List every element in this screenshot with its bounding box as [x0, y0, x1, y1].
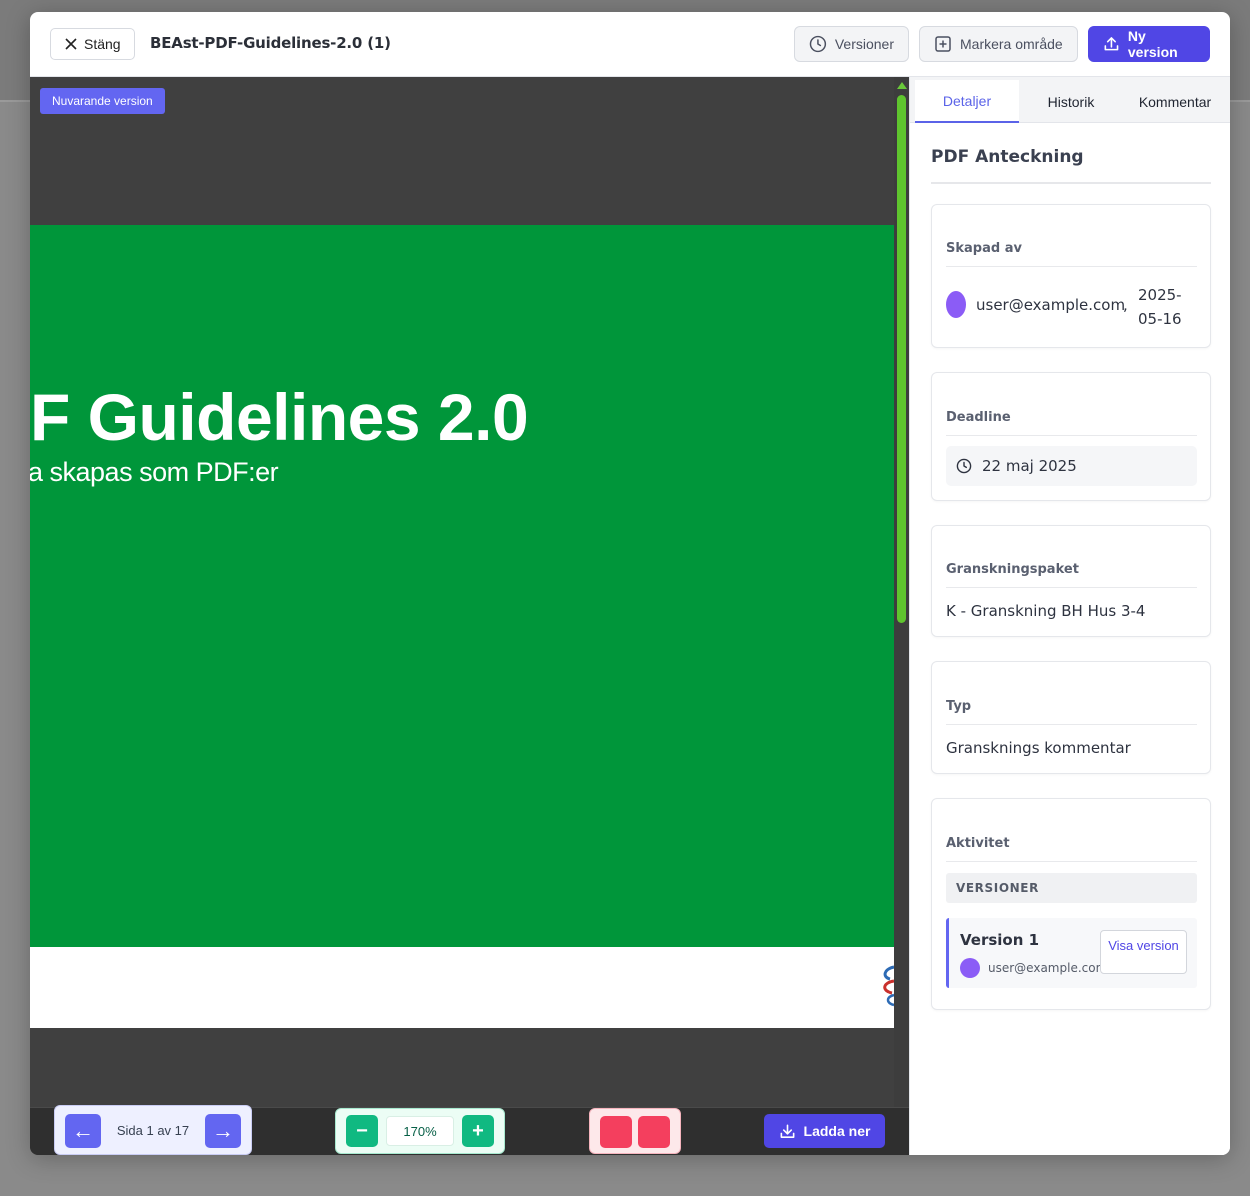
arrow-right-icon: → [212, 1118, 234, 1143]
versions-button-label: Versioner [834, 36, 894, 52]
pdf-logo-icon [883, 965, 895, 1007]
pdf-page-title: F Guidelines 2.0 [30, 380, 529, 454]
card-divider [946, 724, 1197, 725]
created-date: 2025-05-16 [1138, 286, 1182, 328]
page-indicator: Sida 1 av 17 [116, 1123, 190, 1138]
viewer-toolbar: ← Sida 1 av 17 → − 170% + Ladda ner [30, 1105, 909, 1155]
next-page-button[interactable]: → [205, 1114, 241, 1148]
clock-icon [809, 35, 827, 53]
deadline-card: Deadline 22 maj 2025 [931, 372, 1211, 501]
mark-area-button[interactable]: Markera område [919, 26, 1078, 62]
download-button-label: Ladda ner [803, 1123, 871, 1139]
activity-label: Aktivitet [946, 836, 1010, 851]
version-user-email: user@example.com [988, 961, 1108, 975]
document-modal: Stäng BEAst-PDF-Guidelines-2.0 (1) Versi… [30, 12, 1230, 1155]
tab-kommentar[interactable]: Kommentar [1123, 80, 1227, 123]
type-label: Typ [946, 699, 972, 714]
card-divider [946, 435, 1197, 436]
review-package-value: K - Granskning BH Hus 3-4 [946, 602, 1146, 620]
arrow-left-icon: ← [72, 1118, 94, 1143]
pdf-page-subtitle: a skapas som PDF:er [30, 457, 279, 487]
created-by-card: Skapad av user@example.com , 2025-05-16 [931, 204, 1211, 348]
avatar [960, 958, 980, 978]
creator-separator: , [1123, 296, 1128, 314]
pdf-page: F Guidelines 2.0 a skapas som PDF:er [30, 225, 895, 1028]
annotation-tools [589, 1108, 681, 1154]
type-card: Typ Gransknings kommentar [931, 661, 1211, 774]
plus-square-icon [935, 36, 951, 52]
version-name: Version 1 [960, 931, 1040, 949]
scroll-up-icon[interactable] [897, 82, 907, 89]
deadline-label: Deadline [946, 410, 1011, 425]
download-button[interactable]: Ladda ner [764, 1114, 885, 1148]
zoom-in-button[interactable]: + [462, 1115, 494, 1147]
versions-button[interactable]: Versioner [794, 26, 909, 62]
viewer-scrollbar[interactable] [894, 77, 909, 1107]
review-package-label: Granskningspaket [946, 562, 1079, 577]
card-divider [946, 861, 1197, 862]
deadline-value-box: 22 maj 2025 [946, 446, 1197, 486]
avatar [946, 291, 966, 318]
upload-icon [1104, 37, 1119, 51]
activity-card: Aktivitet VERSIONER Version 1 user@examp… [931, 798, 1211, 1010]
close-icon [65, 38, 77, 50]
prev-page-button[interactable]: ← [65, 1114, 101, 1148]
created-by-label: Skapad av [946, 241, 1022, 256]
card-divider [946, 587, 1197, 588]
zoom-controls: − 170% + [335, 1108, 505, 1154]
download-icon [780, 1124, 794, 1138]
tab-historik[interactable]: Historik [1019, 80, 1123, 123]
new-version-button[interactable]: Ny version [1088, 26, 1210, 62]
current-version-badge: Nuvarande version [40, 88, 165, 114]
scrollbar-thumb[interactable] [897, 95, 906, 623]
page-navigation: ← Sida 1 av 17 → [54, 1105, 252, 1155]
details-sidebar: Detaljer Historik Kommentar PDF Anteckni… [909, 77, 1230, 1155]
sidebar-tabs: Detaljer Historik Kommentar [910, 77, 1230, 123]
clock-icon [956, 458, 972, 474]
type-value: Gransknings kommentar [946, 739, 1131, 757]
modal-header: Stäng BEAst-PDF-Guidelines-2.0 (1) Versi… [30, 12, 1230, 77]
zoom-level[interactable]: 170% [386, 1116, 454, 1146]
document-title: BEAst-PDF-Guidelines-2.0 (1) [150, 34, 391, 52]
close-button-label: Stäng [84, 36, 121, 52]
tab-detaljer[interactable]: Detaljer [915, 80, 1019, 123]
annotation-tool-button-1[interactable] [600, 1116, 632, 1148]
pdf-viewer[interactable]: Nuvarande version F Guidelines 2.0 a ska… [30, 77, 909, 1155]
deadline-value: 22 maj 2025 [982, 457, 1077, 475]
mark-area-button-label: Markera område [960, 36, 1063, 52]
pdf-page-banner [30, 225, 894, 947]
review-package-card: Granskningspaket K - Granskning BH Hus 3… [931, 525, 1211, 637]
versions-section-header: VERSIONER [946, 873, 1197, 903]
new-version-button-label: Ny version [1127, 28, 1178, 60]
zoom-out-button[interactable]: − [346, 1115, 378, 1147]
creator-email: user@example.com [976, 296, 1126, 314]
card-divider [946, 266, 1197, 267]
plus-icon: + [472, 1119, 484, 1142]
show-version-button[interactable]: Visa version [1100, 930, 1187, 974]
annotation-tool-button-2[interactable] [638, 1116, 670, 1148]
version-list-item: Version 1 user@example.com Visa version [946, 918, 1197, 988]
minus-icon: − [356, 1119, 368, 1142]
close-button[interactable]: Stäng [50, 28, 135, 60]
sidebar-title: PDF Anteckning [931, 147, 1084, 167]
sidebar-title-divider [931, 182, 1211, 184]
